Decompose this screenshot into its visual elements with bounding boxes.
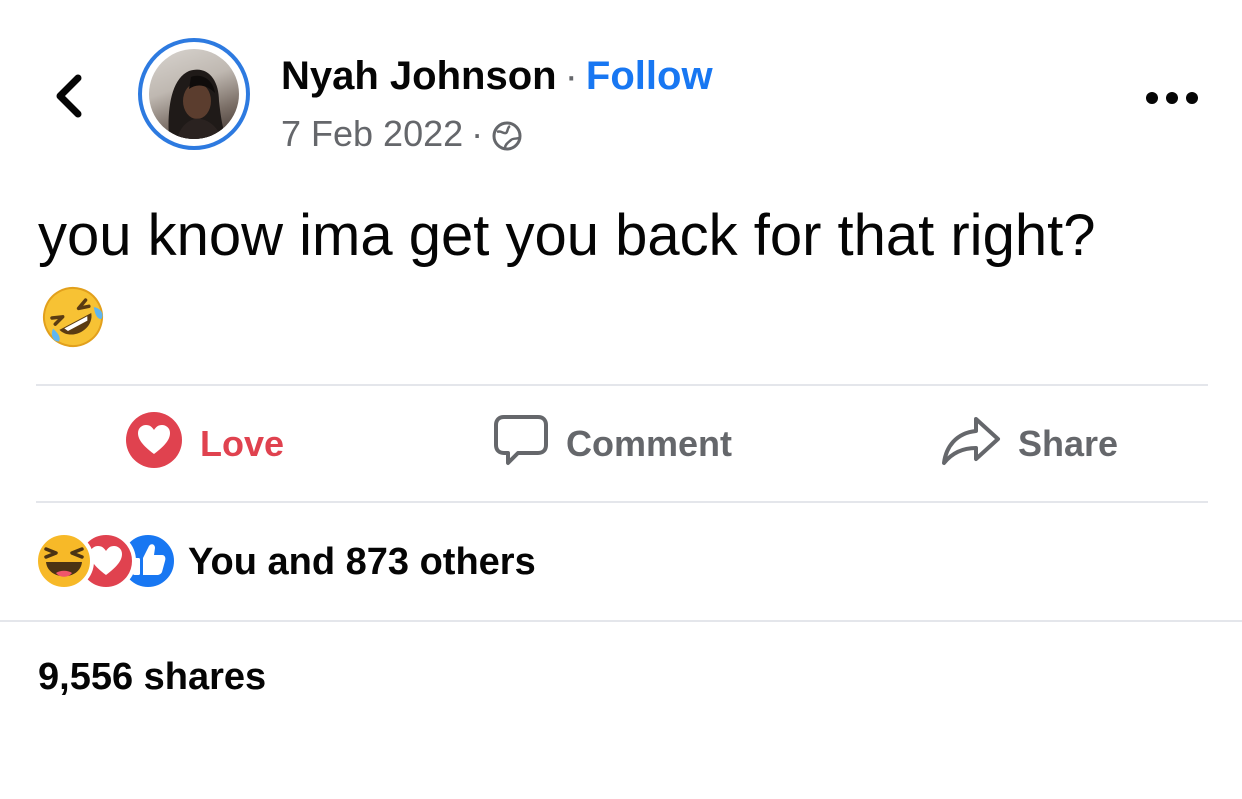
rolling-on-floor-laughing-emoji	[40, 284, 106, 350]
reactions-summary[interactable]: You and 873 others	[34, 530, 536, 594]
love-label: Love	[200, 423, 285, 464]
reaction-icons-stack	[34, 531, 180, 593]
name-separator: ·	[564, 54, 578, 98]
meta-separator: ·	[471, 113, 484, 154]
share-button[interactable]: Share	[940, 388, 1118, 500]
post-body-text: you know ima get you back for that right…	[38, 203, 1096, 268]
divider-middle	[36, 501, 1208, 503]
reactions-summary-text: You and 873 others	[188, 540, 536, 583]
share-label: Share	[1018, 423, 1119, 464]
globe-icon	[491, 118, 523, 151]
haha-reaction-icon	[34, 531, 94, 591]
share-arrow-icon	[940, 411, 1002, 478]
chevron-left-icon	[56, 74, 82, 118]
comment-button[interactable]: Comment	[492, 388, 732, 500]
author-line: Nyah Johnson · Follow	[281, 52, 713, 100]
comment-bubble-icon	[492, 411, 550, 478]
post-meta: 7 Feb 2022 ·	[281, 112, 523, 156]
avatar-photo	[149, 49, 239, 139]
follow-button[interactable]: Follow	[586, 54, 713, 98]
action-bar: Love Comment Share	[36, 388, 1208, 500]
more-options-button[interactable]	[1140, 80, 1204, 116]
divider-top	[36, 384, 1208, 386]
love-reaction-icon	[124, 410, 184, 479]
shares-count[interactable]: 9,556 shares	[38, 656, 266, 699]
post-date[interactable]: 7 Feb 2022	[281, 112, 463, 156]
post-header: Nyah Johnson · Follow 7 Feb 2022 ·	[0, 0, 1242, 180]
comment-label: Comment	[566, 423, 733, 464]
more-horizontal-icon	[1146, 92, 1198, 104]
love-button[interactable]: Love	[124, 388, 284, 500]
back-button[interactable]	[48, 72, 88, 120]
author-avatar[interactable]	[138, 38, 250, 150]
divider-bottom	[0, 620, 1242, 622]
author-name[interactable]: Nyah Johnson	[281, 54, 557, 98]
